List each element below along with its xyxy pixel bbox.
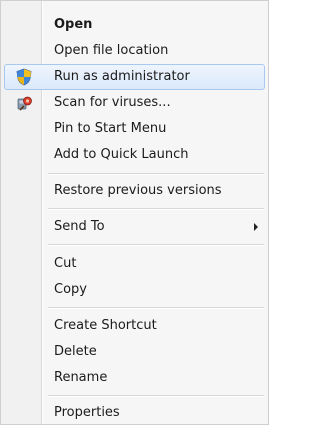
- menu-item-add-to-quick-launch[interactable]: Add to Quick Launch: [4, 142, 265, 168]
- menu-separator: [48, 307, 264, 309]
- menu-item-rename[interactable]: Rename: [4, 365, 265, 391]
- menu-item-label: Copy: [54, 282, 87, 297]
- antivirus-scan-icon: [15, 94, 33, 112]
- menu-item-cut[interactable]: Cut: [4, 251, 265, 277]
- menu-item-delete[interactable]: Delete: [4, 339, 265, 365]
- menu-item-restore-previous-versions[interactable]: Restore previous versions: [4, 178, 265, 204]
- menu-item-open-file-location[interactable]: Open file location: [4, 38, 265, 64]
- menu-item-label: Cut: [54, 256, 77, 271]
- menu-item-pin-to-start-menu[interactable]: Pin to Start Menu: [4, 116, 265, 142]
- menu-item-label: Pin to Start Menu: [54, 121, 167, 136]
- menu-item-label: Run as administrator: [54, 69, 190, 84]
- menu-separator: [48, 395, 264, 397]
- menu-item-open[interactable]: Open: [4, 12, 265, 38]
- uac-shield-icon: [15, 68, 33, 86]
- menu-item-run-as-administrator[interactable]: Run as administrator: [4, 64, 265, 90]
- menu-item-label: Rename: [54, 370, 108, 385]
- context-menu: Open Open file location Run as administr…: [0, 0, 269, 425]
- menu-item-label: Create Shortcut: [54, 318, 157, 333]
- menu-item-label: Delete: [54, 344, 97, 359]
- menu-item-properties[interactable]: Properties: [4, 400, 265, 426]
- menu-item-label: Open file location: [54, 43, 169, 58]
- menu-item-label: Send To: [54, 219, 105, 234]
- chevron-right-icon: [254, 223, 258, 231]
- menu-item-label: Restore previous versions: [54, 183, 222, 198]
- menu-item-label: Scan for viruses...: [54, 95, 171, 110]
- menu-item-scan-for-viruses[interactable]: Scan for viruses...: [4, 90, 265, 116]
- menu-item-copy[interactable]: Copy: [4, 277, 265, 303]
- menu-separator: [48, 244, 264, 246]
- menu-separator: [48, 208, 264, 210]
- menu-item-label: Open: [54, 17, 93, 32]
- menu-item-label: Properties: [54, 405, 120, 420]
- menu-separator: [48, 173, 264, 175]
- menu-item-send-to[interactable]: Send To: [4, 214, 265, 240]
- menu-item-label: Add to Quick Launch: [54, 147, 189, 162]
- menu-item-create-shortcut[interactable]: Create Shortcut: [4, 313, 265, 339]
